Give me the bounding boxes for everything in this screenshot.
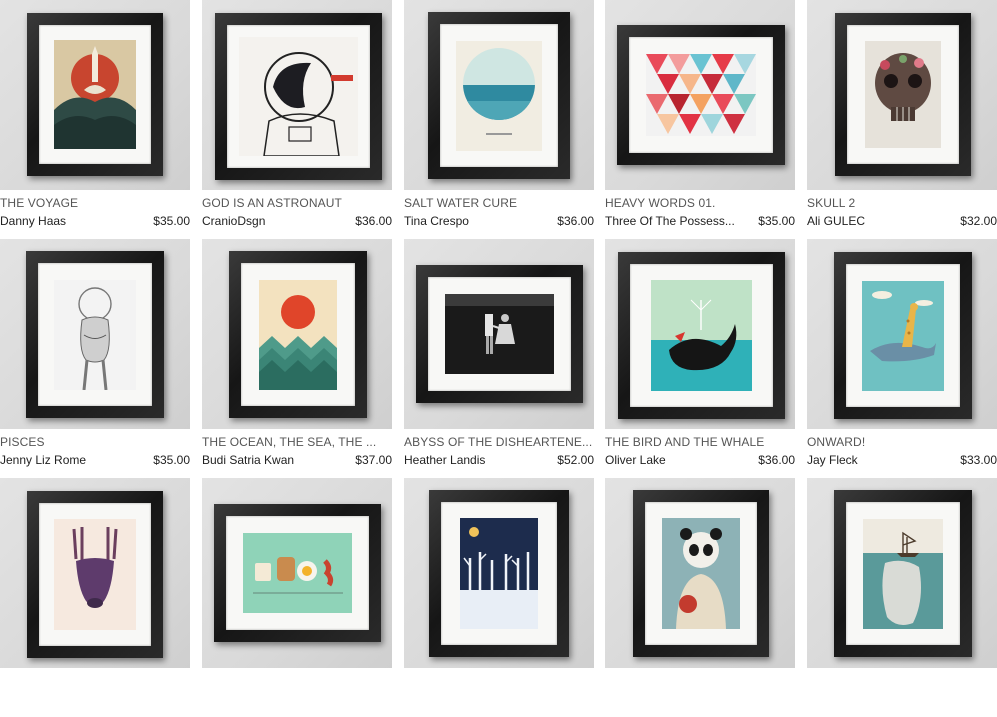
giraffe-on-whale-icon [862,281,944,391]
product-price: $35.00 [153,214,190,228]
product-card[interactable]: ONWARD! Jay Fleck $33.00 [807,239,997,478]
product-price: $35.00 [758,214,795,228]
product-title[interactable]: THE OCEAN, THE SEA, THE ... [202,435,392,450]
product-card[interactable]: SALT WATER CURE Tina Crespo $36.00 [404,0,594,239]
picture-frame [429,490,569,657]
bird-and-whale-icon [651,280,752,391]
geometric-triangles-icon [646,54,756,136]
product-card[interactable] [605,478,795,717]
product-thumbnail[interactable] [404,478,594,668]
picture-frame [229,251,367,418]
couple-underwater-icon [445,294,554,374]
artist-name[interactable]: Jenny Liz Rome [0,453,86,468]
moose-icon [54,519,136,630]
picture-frame [834,252,972,419]
product-title[interactable]: ABYSS OF THE DISHEARTENE... [404,435,594,450]
product-card[interactable] [0,478,190,717]
picture-frame [633,490,769,657]
product-card[interactable]: ABYSS OF THE DISHEARTENE... Heather Land… [404,239,594,478]
flower-skull-icon [865,41,941,148]
product-thumbnail[interactable] [605,478,795,668]
artist-name[interactable]: Three Of The Possess... [605,214,735,229]
product-thumbnail[interactable] [0,239,190,429]
product-title[interactable]: HEAVY WORDS 01. [605,196,795,211]
product-price: $37.00 [355,453,392,467]
picture-frame [835,13,971,176]
artist-name[interactable]: Danny Haas [0,214,66,229]
artist-name[interactable]: Ali GULEC [807,214,865,229]
product-price: $52.00 [557,453,594,467]
product-title[interactable]: SALT WATER CURE [404,196,594,211]
picture-frame [27,13,163,176]
product-thumbnail[interactable] [807,0,997,190]
ocean-circle-icon [456,41,542,151]
picture-frame [416,265,583,403]
product-price: $36.00 [355,214,392,228]
product-card[interactable]: THE BIRD AND THE WHALE Oliver Lake $36.0… [605,239,795,478]
product-card[interactable] [807,478,997,717]
artist-name[interactable]: Oliver Lake [605,453,666,468]
picture-frame [618,252,785,419]
product-title[interactable]: THE BIRD AND THE WHALE [605,435,795,450]
product-title[interactable]: ONWARD! [807,435,997,450]
product-thumbnail[interactable] [605,239,795,429]
product-thumbnail[interactable] [404,0,594,190]
picture-frame [214,504,381,642]
product-title[interactable]: PISCES [0,435,190,450]
product-card[interactable]: HEAVY WORDS 01. Three Of The Possess... … [605,0,795,239]
product-thumbnail[interactable] [807,478,997,668]
product-thumbnail[interactable] [202,239,392,429]
product-thumbnail[interactable] [0,0,190,190]
product-card[interactable] [404,478,594,717]
product-thumbnail[interactable] [202,0,392,190]
picture-frame [215,13,382,180]
snowy-forest-icon [460,518,538,629]
product-title[interactable]: GOD IS AN ASTRONAUT [202,196,392,211]
panda-astronaut-icon [662,518,740,629]
whale-and-ship-icon [863,519,943,629]
product-price: $33.00 [960,453,997,467]
product-card[interactable]: THE VOYAGE Danny Haas $35.00 [0,0,190,239]
product-grid: THE VOYAGE Danny Haas $35.00 GOD IS AN A… [0,0,997,668]
picture-frame [617,25,785,165]
product-thumbnail[interactable] [202,478,392,668]
voyage-rocket-icon [54,40,136,149]
picture-frame [428,12,570,179]
product-card[interactable]: THE OCEAN, THE SEA, THE ... Budi Satria … [202,239,392,478]
artist-name[interactable]: Budi Satria Kwan [202,453,294,468]
product-title[interactable]: SKULL 2 [807,196,997,211]
picture-frame [27,491,163,658]
product-price: $36.00 [758,453,795,467]
sun-over-sea-icon [259,280,337,390]
product-thumbnail[interactable] [404,239,594,429]
artist-name[interactable]: Heather Landis [404,453,485,468]
product-card[interactable]: SKULL 2 Ali GULEC $32.00 [807,0,997,239]
artist-name[interactable]: Jay Fleck [807,453,858,468]
product-price: $32.00 [960,214,997,228]
product-thumbnail[interactable] [605,0,795,190]
artist-name[interactable]: CranioDsgn [202,214,265,229]
product-card[interactable]: PISCES Jenny Liz Rome $35.00 [0,239,190,478]
breakfast-friends-icon [243,533,352,613]
product-thumbnail[interactable] [807,239,997,429]
fishbowl-woman-icon [54,280,136,390]
product-title[interactable]: THE VOYAGE [0,196,190,211]
artist-name[interactable]: Tina Crespo [404,214,469,229]
product-thumbnail[interactable] [0,478,190,668]
picture-frame [26,251,164,418]
product-card[interactable] [202,478,392,717]
product-price: $36.00 [557,214,594,228]
astronaut-helmet-icon [239,37,358,156]
picture-frame [834,490,972,657]
product-price: $35.00 [153,453,190,467]
product-card[interactable]: GOD IS AN ASTRONAUT CranioDsgn $36.00 [202,0,392,239]
